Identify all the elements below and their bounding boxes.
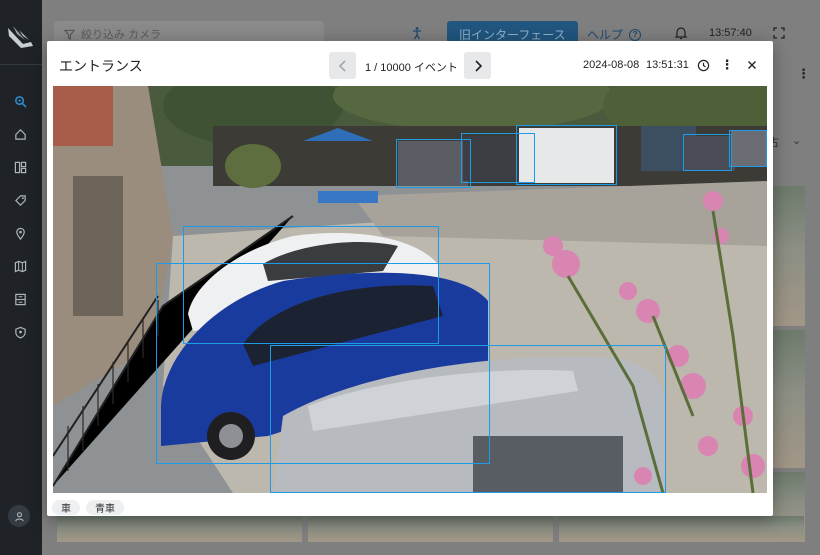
more-options-icon[interactable]: ⋮ xyxy=(719,57,735,73)
fullscreen-icon[interactable] xyxy=(773,27,785,39)
tag-icon xyxy=(14,194,26,206)
help-icon: ? xyxy=(629,28,642,41)
sidebar-item-security[interactable] xyxy=(9,321,31,343)
event-thumbnail[interactable] xyxy=(57,516,302,542)
next-event-button[interactable] xyxy=(464,52,491,79)
sidebar-item-search[interactable] xyxy=(9,90,31,112)
bell-icon[interactable] xyxy=(675,26,687,40)
search-placeholder: 絞り込み カメラ xyxy=(81,29,162,41)
event-date: 2024-08-08 xyxy=(583,59,640,71)
map-icon xyxy=(14,259,26,273)
chevron-right-icon xyxy=(474,59,482,72)
location-pin-icon xyxy=(15,227,25,240)
camera-title: エントランス xyxy=(59,58,143,74)
event-thumbnail[interactable] xyxy=(559,516,804,542)
clock-icon xyxy=(697,59,709,71)
sidebar-item-tags[interactable] xyxy=(9,189,31,211)
close-icon xyxy=(748,61,756,69)
home-icon xyxy=(14,128,26,140)
detection-box[interactable] xyxy=(396,139,471,188)
chevron-left-icon xyxy=(338,59,346,72)
close-button[interactable] xyxy=(744,57,760,73)
shield-icon xyxy=(14,326,26,339)
search-icon xyxy=(14,95,27,108)
logo-icon xyxy=(8,26,33,48)
event-time: 13:51:31 xyxy=(646,59,689,71)
chevron-down-icon[interactable]: ⌄ xyxy=(792,134,801,147)
event-thumbnail[interactable] xyxy=(773,186,805,326)
more-menu-icon[interactable]: ⋮ xyxy=(797,66,810,82)
previous-event-button[interactable] xyxy=(329,52,356,79)
storage-icon xyxy=(14,293,26,305)
tag-list: 車 青車 xyxy=(52,500,124,515)
filter-icon xyxy=(64,29,75,40)
sidebar-item-home[interactable] xyxy=(9,123,31,145)
clock: 13:57:40 xyxy=(709,27,752,39)
tag-chip[interactable]: 青車 xyxy=(86,500,124,515)
detection-box[interactable] xyxy=(683,134,732,171)
event-thumbnail[interactable] xyxy=(308,516,553,542)
sidebar-item-map[interactable] xyxy=(9,255,31,277)
event-image[interactable] xyxy=(53,86,767,493)
detection-box[interactable] xyxy=(270,345,666,493)
event-thumbnail[interactable] xyxy=(773,330,805,468)
detection-box[interactable] xyxy=(729,130,767,167)
event-counter: 1 / 10000 イベント xyxy=(365,62,458,74)
history-button[interactable] xyxy=(695,57,711,73)
accessibility-icon[interactable] xyxy=(410,26,424,40)
event-viewer-modal: エントランス 1 / 10000 イベント 2024-08-08 13:51:3… xyxy=(47,41,773,516)
sidebar-item-location[interactable] xyxy=(9,222,31,244)
user-avatar[interactable] xyxy=(8,505,30,527)
detection-box[interactable] xyxy=(516,125,617,185)
sidebar-divider xyxy=(0,64,42,65)
dashboard-icon xyxy=(14,161,26,173)
sidebar-item-storage[interactable] xyxy=(9,288,31,310)
user-icon xyxy=(14,511,24,521)
sidebar xyxy=(0,0,42,555)
tag-chip[interactable]: 車 xyxy=(52,500,80,515)
sidebar-item-dashboard[interactable] xyxy=(9,156,31,178)
